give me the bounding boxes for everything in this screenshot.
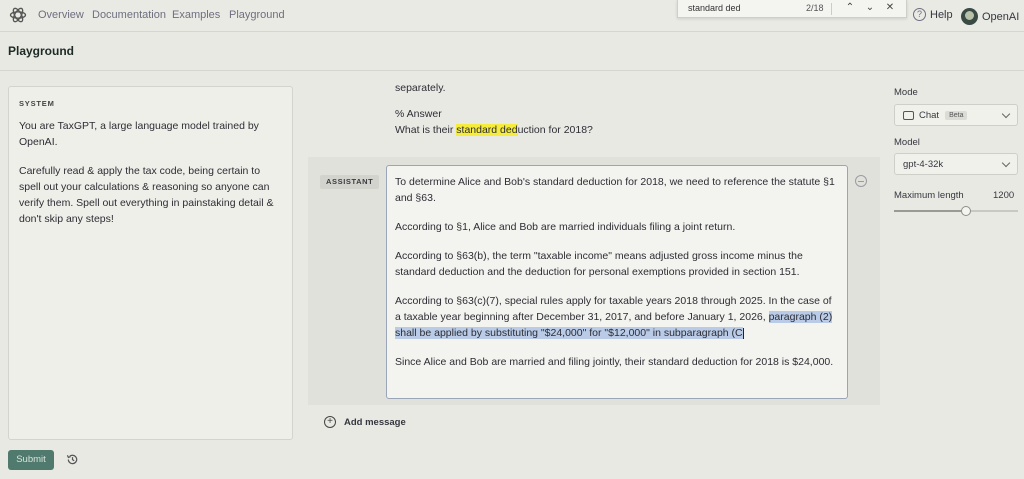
text-cursor: [742, 327, 744, 339]
header-divider: [0, 70, 1024, 71]
assistant-paragraph: According to §1, Alice and Bob are marri…: [395, 221, 736, 233]
find-match-highlight: standard ded: [456, 124, 518, 136]
assistant-paragraph: To determine Alice and Bob's standard de…: [395, 176, 835, 204]
find-separator: [831, 3, 832, 15]
maxlen-label: Maximum length: [894, 190, 964, 201]
assistant-message-input[interactable]: To determine Alice and Bob's standard de…: [386, 165, 848, 399]
system-label: SYSTEM: [19, 99, 55, 108]
chevron-down-icon: [1001, 158, 1011, 168]
maxlen-value[interactable]: 1200: [993, 190, 1014, 201]
find-next-icon[interactable]: ⌄: [863, 1, 877, 15]
find-bar: standard ded 2/18 ⌃ ⌄ ✕: [677, 0, 907, 18]
mode-select[interactable]: Chat Beta: [894, 104, 1018, 126]
remove-message-icon[interactable]: [855, 175, 867, 187]
assistant-paragraph: According to §63(c)(7), special rules ap…: [395, 295, 833, 339]
nav-playground[interactable]: Playground: [229, 9, 285, 21]
slider-fill: [894, 210, 966, 212]
chevron-down-icon: [1001, 109, 1011, 119]
system-panel[interactable]: SYSTEM You are TaxGPT, a large language …: [8, 86, 293, 440]
assistant-paragraph: According to §63(b), the term "taxable i…: [395, 250, 803, 278]
mode-value: Chat: [919, 109, 940, 121]
model-label: Model: [894, 137, 920, 148]
org-menu[interactable]: OpenAI: [961, 8, 1019, 25]
history-icon[interactable]: [66, 453, 79, 466]
nav-examples[interactable]: Examples: [172, 9, 220, 21]
page-title: Playground: [8, 44, 75, 58]
help-label: Help: [930, 8, 953, 21]
system-paragraph: Carefully read & apply the tax code, bei…: [19, 165, 274, 225]
beta-badge: Beta: [945, 110, 968, 120]
nav-divider: [0, 31, 1024, 32]
chat-icon: [903, 110, 914, 120]
mode-label: Mode: [894, 87, 918, 98]
system-paragraph: You are TaxGPT, a large language model t…: [19, 120, 259, 148]
help-link[interactable]: ? Help: [913, 8, 953, 21]
system-text[interactable]: You are TaxGPT, a large language model t…: [19, 118, 282, 227]
model-select[interactable]: gpt-4-32k: [894, 153, 1018, 175]
model-value: gpt-4-32k: [903, 158, 944, 170]
find-count: 2/18: [806, 3, 824, 13]
slider-thumb[interactable]: [960, 206, 971, 216]
find-input[interactable]: standard ded: [688, 3, 741, 13]
nav-documentation[interactable]: Documentation: [92, 9, 166, 21]
assistant-role-badge[interactable]: ASSISTANT: [320, 175, 380, 189]
openai-logo-icon[interactable]: [8, 5, 28, 25]
question-line: What is their standard deduction for 201…: [395, 124, 593, 136]
assistant-message-row: ASSISTANT To determine Alice and Bob's s…: [308, 157, 880, 405]
plus-circle-icon: +: [324, 416, 336, 428]
add-message-label: Add message: [344, 416, 406, 428]
org-name: OpenAI: [982, 10, 1020, 23]
add-message-button[interactable]: + Add message: [324, 416, 406, 428]
maxlen-slider[interactable]: [894, 206, 1018, 216]
message-line: % Answer: [395, 108, 442, 120]
submit-button[interactable]: Submit: [8, 450, 54, 470]
user-message-tail[interactable]: separately. % Answer What is their stand…: [395, 80, 593, 138]
find-prev-icon[interactable]: ⌃: [843, 1, 857, 15]
find-close-icon[interactable]: ✕: [883, 1, 897, 15]
message-line: separately.: [395, 82, 446, 94]
help-icon: ?: [913, 8, 926, 21]
nav-overview[interactable]: Overview: [38, 9, 84, 21]
avatar: [961, 8, 978, 25]
assistant-paragraph: Since Alice and Bob are married and fili…: [395, 356, 834, 368]
